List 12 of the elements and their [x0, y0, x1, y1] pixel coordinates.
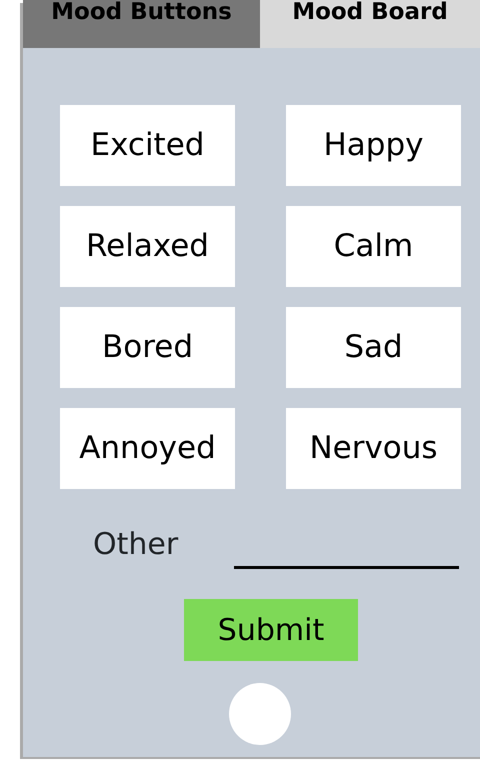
mood-button[interactable]: Relaxed	[60, 206, 235, 287]
mood-button[interactable]: Excited	[60, 105, 235, 186]
other-label: Other	[93, 526, 180, 564]
mood-button[interactable]: Calm	[286, 206, 461, 287]
mood-button[interactable]: Happy	[286, 105, 461, 186]
submit-button[interactable]: Submit	[184, 599, 358, 661]
mood-button[interactable]: Nervous	[286, 408, 461, 489]
mood-button[interactable]: Sad	[286, 307, 461, 388]
mood-button[interactable]: Annoyed	[60, 408, 235, 489]
mood-button[interactable]: Bored	[60, 307, 235, 388]
tab[interactable]: Mood Board	[260, 0, 480, 48]
tab[interactable]: Mood Buttons	[23, 0, 260, 48]
